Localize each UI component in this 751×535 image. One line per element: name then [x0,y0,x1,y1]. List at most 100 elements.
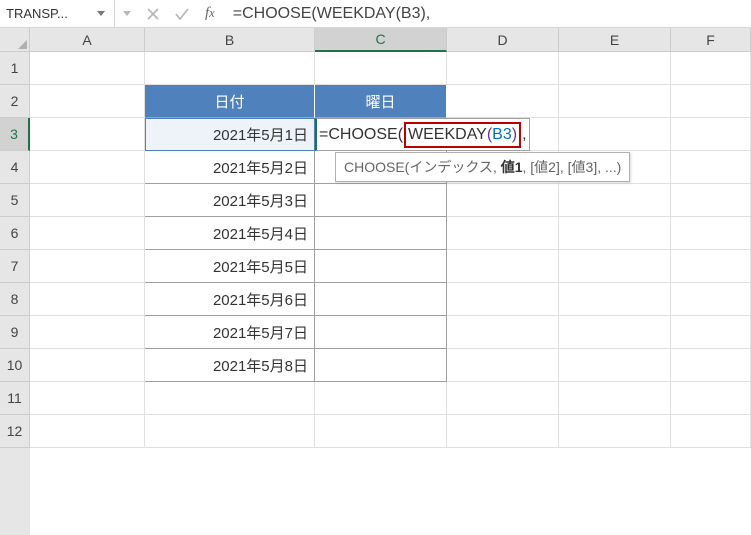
cell[interactable] [30,85,145,118]
cell[interactable] [447,283,559,316]
cell[interactable] [315,415,447,448]
cell[interactable] [315,52,447,85]
cell[interactable] [559,349,671,382]
cell[interactable] [559,184,671,217]
formula-bar-input[interactable]: =CHOOSE(WEEKDAY(B3), [223,0,751,27]
table-cell[interactable] [315,217,447,250]
cell[interactable] [30,118,145,151]
tooltip-fn: CHOOSE( [344,159,409,175]
name-box-dropdown-icon[interactable] [94,0,108,27]
formula-text: CHOOSE [328,126,397,144]
col-header[interactable]: E [559,28,671,52]
cell[interactable] [315,382,447,415]
row-header[interactable]: 10 [0,349,30,382]
row-header[interactable]: 2 [0,85,30,118]
cell[interactable] [30,151,145,184]
cell[interactable] [30,283,145,316]
cell[interactable] [447,250,559,283]
cell[interactable] [671,184,751,217]
cell-b3[interactable]: 2021年5月1日 [145,118,315,151]
table-cell[interactable] [315,250,447,283]
cell[interactable] [671,283,751,316]
table-cell[interactable] [315,184,447,217]
cell[interactable] [559,382,671,415]
cell[interactable] [145,382,315,415]
table-header-date[interactable]: 日付 [145,85,315,118]
table-cell[interactable]: 2021年5月8日 [145,349,315,382]
row-header[interactable]: 5 [0,184,30,217]
row-header[interactable]: 8 [0,283,30,316]
cell-editor[interactable]: =CHOOSE(WEEKDAY(B3), [315,118,530,151]
table-cell[interactable]: 2021年5月6日 [145,283,315,316]
cell[interactable] [559,415,671,448]
cell[interactable] [447,349,559,382]
fx-icon[interactable]: fx [205,5,215,22]
cell[interactable] [30,382,145,415]
table-cell[interactable] [315,283,447,316]
cell[interactable] [447,52,559,85]
cell[interactable] [671,316,751,349]
cell-c3-editing[interactable]: =CHOOSE(WEEKDAY(B3), CHOOSE(インデックス, 値1, … [315,118,447,151]
col-header[interactable]: C [315,28,447,52]
col-header[interactable]: F [671,28,751,52]
cell[interactable] [447,85,559,118]
cell[interactable] [30,184,145,217]
row-header[interactable]: 12 [0,415,30,448]
cell[interactable] [30,316,145,349]
cell[interactable] [559,52,671,85]
row-header[interactable]: 11 [0,382,30,415]
cell[interactable] [671,151,751,184]
row-header[interactable]: 4 [0,151,30,184]
col-header[interactable]: A [30,28,145,52]
select-all-corner[interactable] [0,28,30,52]
cell[interactable] [30,250,145,283]
cell[interactable] [559,118,671,151]
cell[interactable] [30,415,145,448]
cell[interactable] [447,382,559,415]
row-header[interactable]: 6 [0,217,30,250]
cell[interactable] [671,349,751,382]
tooltip-sep: , [493,159,501,175]
cell[interactable] [145,52,315,85]
cell[interactable] [447,217,559,250]
formula-text: ) [512,126,517,144]
cell[interactable] [671,118,751,151]
table-cell[interactable]: 2021年5月2日 [145,151,315,184]
cancel-icon[interactable] [147,8,159,20]
row-header[interactable]: 9 [0,316,30,349]
cell[interactable] [559,85,671,118]
cell[interactable] [30,217,145,250]
highlighted-arg: WEEKDAY(B3) [404,122,521,148]
table-header-weekday[interactable]: 曜日 [315,85,447,118]
cell[interactable] [447,316,559,349]
cell[interactable] [559,250,671,283]
cell[interactable] [671,85,751,118]
row-header[interactable]: 3 [0,118,30,151]
cell[interactable] [671,52,751,85]
name-box[interactable]: TRANSP... [0,0,115,27]
cell[interactable] [30,52,145,85]
cell[interactable] [671,217,751,250]
cell[interactable] [559,217,671,250]
cell[interactable] [671,382,751,415]
col-header[interactable]: B [145,28,315,52]
cell[interactable] [145,415,315,448]
table-cell[interactable] [315,316,447,349]
formula-expand-icon[interactable] [123,11,131,16]
col-header[interactable]: D [447,28,559,52]
table-cell[interactable]: 2021年5月4日 [145,217,315,250]
table-cell[interactable]: 2021年5月3日 [145,184,315,217]
cell[interactable] [30,349,145,382]
cell[interactable] [671,415,751,448]
table-cell[interactable]: 2021年5月7日 [145,316,315,349]
cell[interactable] [447,415,559,448]
cell[interactable] [559,283,671,316]
row-header[interactable]: 1 [0,52,30,85]
enter-icon[interactable] [175,8,189,20]
cell[interactable] [671,250,751,283]
row-header[interactable]: 7 [0,250,30,283]
table-cell[interactable]: 2021年5月5日 [145,250,315,283]
cell[interactable] [447,184,559,217]
cell[interactable] [559,316,671,349]
table-cell[interactable] [315,349,447,382]
